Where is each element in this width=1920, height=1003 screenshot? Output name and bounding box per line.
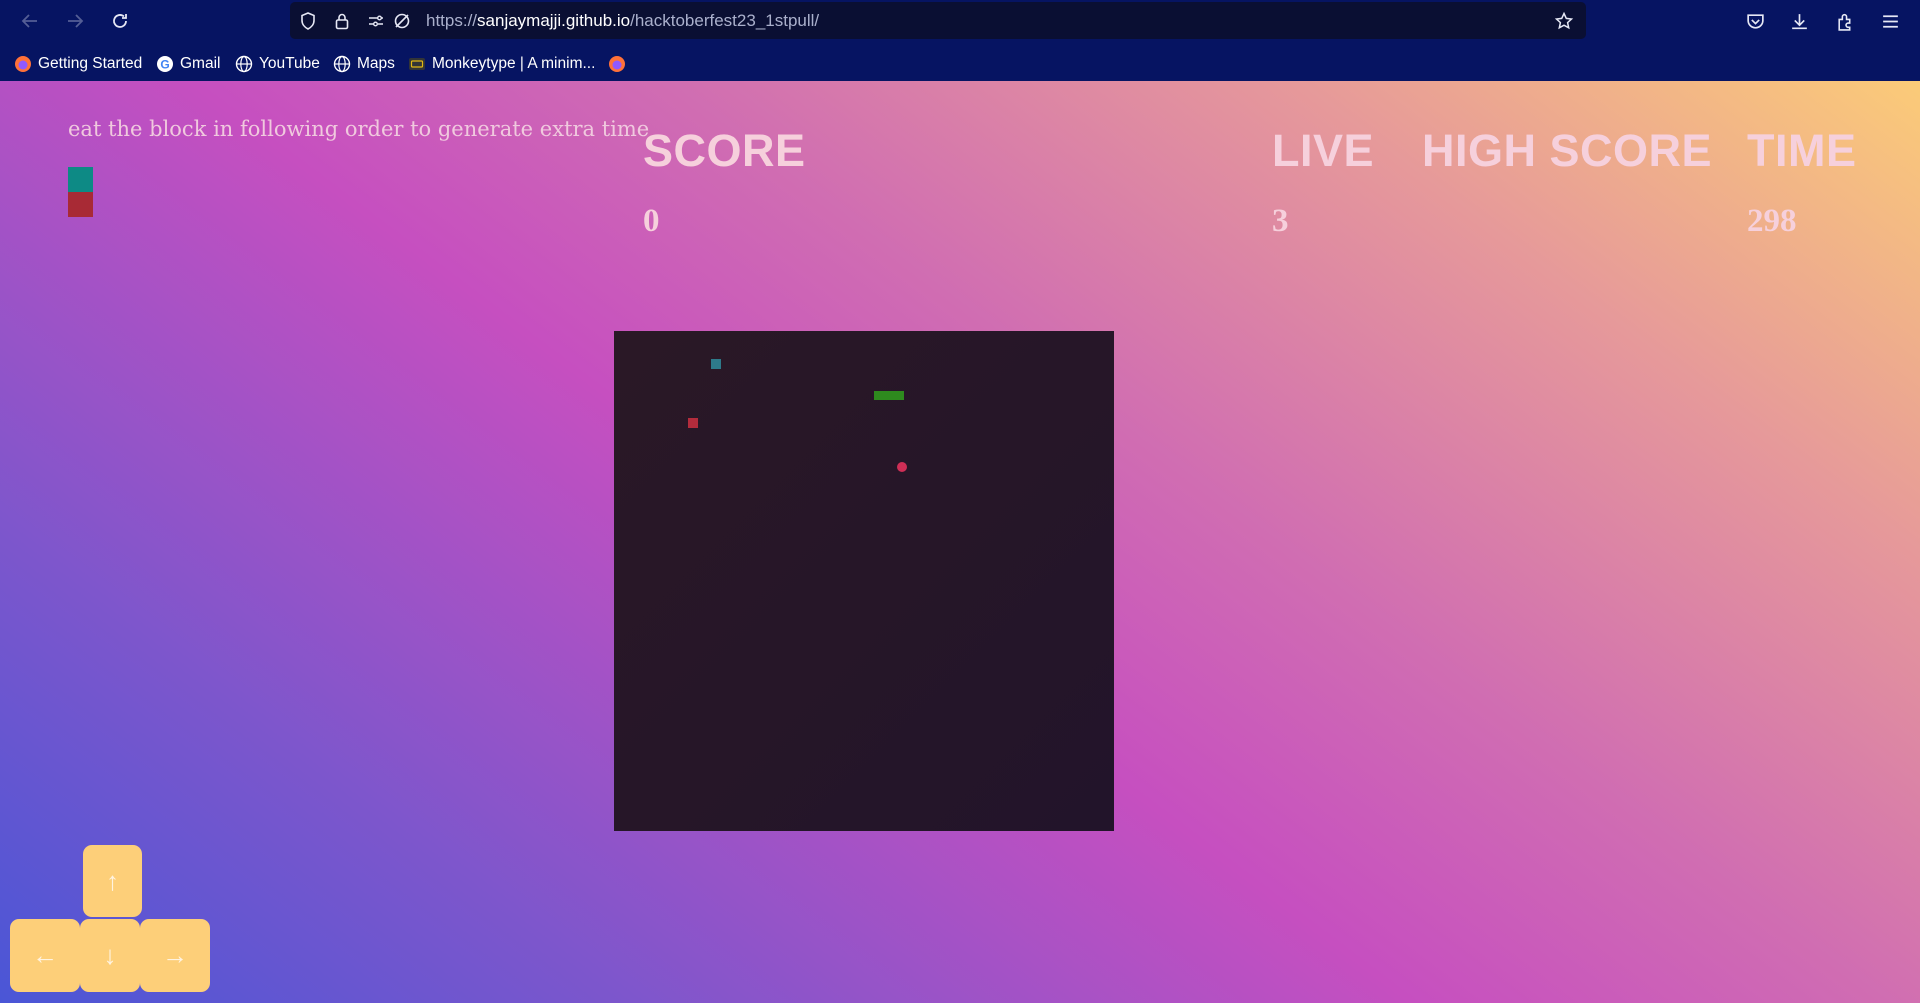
red-block [688, 418, 698, 428]
snake [874, 391, 904, 400]
url-text[interactable]: https://sanjaymajji.github.io/hacktoberf… [426, 11, 819, 31]
bookmark-label: YouTube [259, 55, 320, 72]
down-arrow-button[interactable]: ↓ [80, 919, 140, 992]
lock-icon[interactable] [332, 11, 352, 31]
reload-icon[interactable] [107, 8, 133, 34]
browser-toolbar: https://sanjaymajji.github.io/hacktoberf… [0, 0, 1920, 42]
bookmark-label: Getting Started [38, 55, 143, 72]
address-bar[interactable]: https://sanjaymajji.github.io/hacktoberf… [290, 2, 1586, 39]
score-value: 0 [643, 203, 660, 239]
bookmark-label: Monkeytype | A minim... [432, 55, 596, 72]
url-host: sanjaymajji.github.io [477, 11, 631, 30]
teal-block [711, 359, 721, 369]
live-value: 3 [1272, 203, 1289, 239]
forward-arrow-icon[interactable] [62, 8, 88, 34]
shield-icon[interactable] [298, 11, 318, 31]
back-arrow-icon[interactable] [17, 8, 43, 34]
bookmark-youtube[interactable]: YouTube [235, 53, 320, 75]
firefox-icon [14, 55, 32, 73]
browser-chrome: https://sanjaymajji.github.io/hacktoberf… [0, 0, 1920, 81]
url-path: /hacktoberfest23_1stpull/ [630, 11, 820, 30]
extra-time-hint: eat the block in following order to gene… [68, 117, 650, 141]
time-label: TIME [1747, 125, 1857, 176]
pocket-icon[interactable] [1743, 9, 1767, 33]
url-scheme: https:// [426, 11, 478, 30]
right-arrow-button[interactable]: → [140, 919, 210, 992]
order-block-first [68, 167, 93, 192]
game-page: eat the block in following order to gene… [0, 81, 1920, 1003]
tracking-off-icon[interactable] [392, 11, 412, 31]
menu-hamburger-icon[interactable] [1878, 9, 1902, 33]
globe-icon [235, 55, 253, 73]
live-label: LIVE [1272, 125, 1375, 176]
up-arrow-button[interactable]: ↑ [83, 845, 142, 917]
bookmark-maps[interactable]: Maps [333, 53, 395, 75]
google-icon: G [156, 55, 174, 73]
left-arrow-button[interactable]: ← [10, 919, 80, 992]
high-score-label: HIGH SCORE [1422, 125, 1713, 176]
order-block-second [68, 192, 93, 217]
score-label: SCORE [643, 125, 806, 176]
food-dot [897, 462, 907, 472]
downloads-icon[interactable] [1787, 9, 1811, 33]
extensions-icon[interactable] [1833, 9, 1857, 33]
bookmark-label: Maps [357, 55, 395, 72]
firefox-icon [608, 55, 626, 73]
bookmarks-bar: Getting Started G Gmail YouTube Maps Mon… [0, 48, 1920, 78]
bookmark-label: Gmail [180, 55, 221, 72]
globe-icon [333, 55, 351, 73]
bookmark-star-icon[interactable] [1554, 11, 1574, 31]
game-board[interactable] [614, 331, 1114, 831]
bookmark-monkeytype[interactable]: Monkeytype | A minim... [408, 53, 595, 75]
bookmark-getting-started[interactable]: Getting Started [14, 53, 142, 75]
svg-text:G: G [160, 58, 169, 72]
keyboard-icon [408, 55, 426, 73]
time-value: 298 [1747, 203, 1797, 239]
bookmark-firefox[interactable] [608, 53, 632, 75]
permissions-icon[interactable] [366, 11, 386, 31]
bookmark-gmail[interactable]: G Gmail [156, 53, 220, 75]
